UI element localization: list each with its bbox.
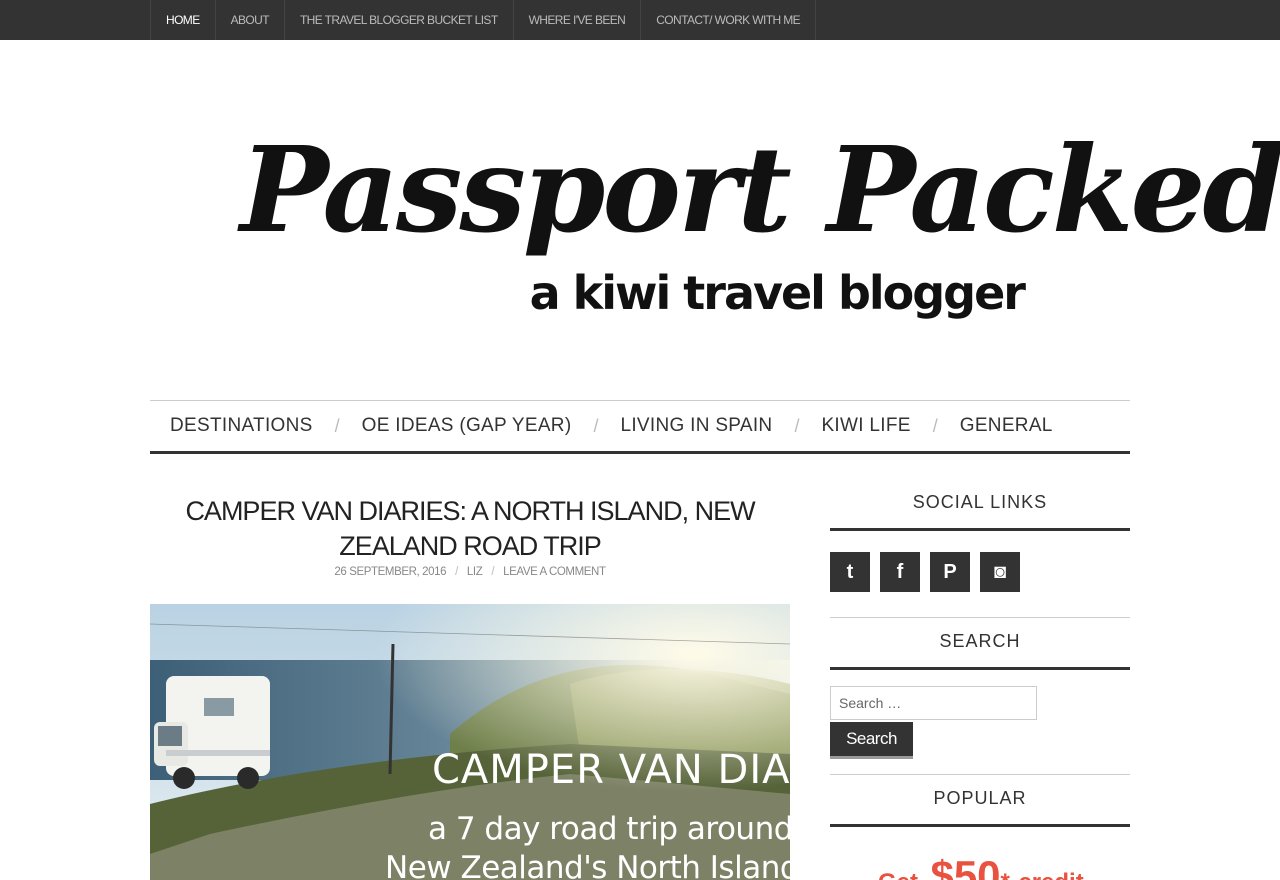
nav-destinations[interactable]: Destinations <box>170 415 313 437</box>
promo-star: * <box>1001 869 1010 880</box>
widget-title-social: Social Links <box>912 492 1048 512</box>
twitter-icon[interactable]: t <box>830 552 870 592</box>
campervan-graphic <box>154 676 270 789</box>
post-date[interactable]: 26 September, 2016 <box>334 566 446 578</box>
widget-separator <box>830 774 1130 775</box>
topnav-home[interactable]: Home <box>151 0 216 40</box>
post-meta: 26 September, 2016 / Liz / Leave a Comment <box>150 566 790 578</box>
logo-tagline: a kiwi travel blogger <box>529 266 1026 320</box>
nav-living-in-spain[interactable]: Living in Spain <box>620 415 772 437</box>
top-bar: Home About The Travel Blogger Bucket Lis… <box>0 0 1280 40</box>
widget-divider <box>830 824 1130 827</box>
nav-kiwi-life[interactable]: Kiwi Life <box>821 415 910 437</box>
logo-title: Passport Packed <box>240 120 1280 259</box>
instagram-icon[interactable]: ◙ <box>980 552 1020 592</box>
widget-separator <box>830 617 1130 618</box>
search-button[interactable]: Search <box>830 722 913 759</box>
post-title[interactable]: Camper Van Diaries: A North Island, New … <box>150 494 790 564</box>
nav-separator: / <box>593 415 599 436</box>
nav-general[interactable]: General <box>960 415 1053 437</box>
site-logo[interactable]: Passport Packed a kiwi travel blogger <box>240 120 1280 340</box>
image-subheading: a 7 day road trip around <box>428 811 790 847</box>
meta-separator: / <box>455 566 458 578</box>
search-input[interactable] <box>830 686 1037 720</box>
image-subheading-2: New Zealand's North Island <box>385 850 790 880</box>
topnav-bucket-list[interactable]: The Travel Blogger Bucket List <box>285 0 514 40</box>
social-links: t f P ◙ <box>830 552 1020 592</box>
widget-title-popular: Popular <box>933 788 1027 808</box>
topnav-contact[interactable]: Contact/ Work With Me <box>641 0 817 40</box>
nav-separator: / <box>334 415 340 436</box>
nav-separator: / <box>932 415 938 436</box>
topnav-about[interactable]: About <box>216 0 285 40</box>
promo-amount: $50 <box>930 852 1001 880</box>
nav-oe-ideas[interactable]: OE Ideas (Gap Year) <box>362 415 572 437</box>
topnav-where-ive-been[interactable]: Where I've Been <box>514 0 642 40</box>
nav-separator: / <box>794 415 800 436</box>
facebook-icon[interactable]: f <box>880 552 920 592</box>
promo-text: Get $50* credit <box>878 852 1084 880</box>
promo-post: credit <box>1018 869 1083 880</box>
post-author[interactable]: Liz <box>467 566 483 578</box>
widget-title-search: Search <box>939 631 1021 651</box>
top-nav: Home About The Travel Blogger Bucket Lis… <box>150 0 817 40</box>
main-nav: Destinations / OE Ideas (Gap Year) / Liv… <box>150 400 1130 454</box>
meta-separator: / <box>491 566 495 578</box>
pinterest-icon[interactable]: P <box>930 552 970 592</box>
promo-pre: Get <box>878 869 918 880</box>
promo-banner[interactable]: Get $50* credit <box>830 846 1130 880</box>
image-heading: Camper Van Diaries: <box>432 747 790 793</box>
widget-divider <box>830 528 1130 531</box>
widget-divider <box>830 667 1130 670</box>
post-featured-image[interactable]: Camper Van Diaries: a 7 day road trip ar… <box>150 604 790 880</box>
post-comments-link[interactable]: Leave a Comment <box>503 566 606 578</box>
